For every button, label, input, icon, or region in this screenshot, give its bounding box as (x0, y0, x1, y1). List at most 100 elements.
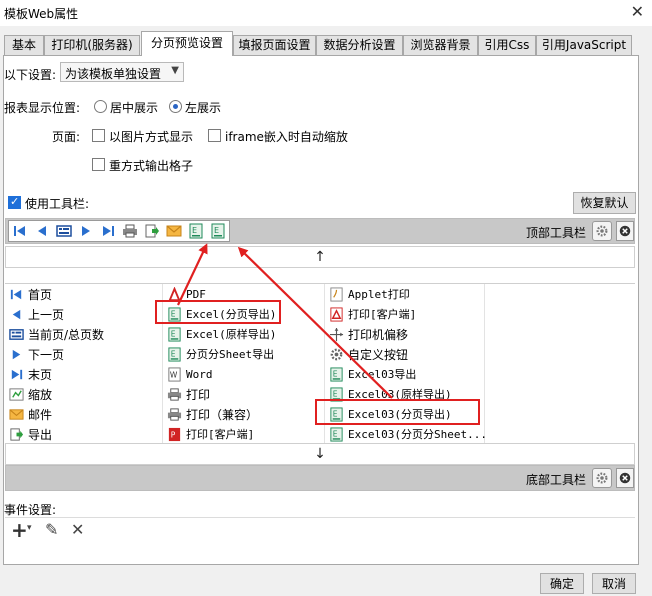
button-label: 导出 (28, 427, 53, 442)
button-last-page[interactable]: 末页 (7, 364, 52, 384)
button-word[interactable]: W Word (165, 364, 213, 384)
radio-center[interactable] (94, 100, 107, 113)
close-icon[interactable] (616, 221, 634, 241)
tab-data-analysis[interactable]: 数据分析设置 (316, 35, 403, 55)
button-next-page[interactable]: 下一页 (7, 344, 64, 364)
svg-text:E: E (214, 226, 219, 235)
edit-icon[interactable]: ✎ (45, 520, 58, 539)
radio-left[interactable] (169, 100, 182, 113)
button-excel-page-export[interactable]: E Excel(分页导出) (165, 304, 276, 324)
close-icon[interactable]: ✕ (631, 2, 644, 21)
svg-text:E: E (170, 349, 175, 358)
excel-icon: E (327, 406, 345, 422)
svg-text:E: E (332, 409, 337, 418)
button-label: 打印[客户端] (186, 428, 255, 441)
events-label: 事件设置: (4, 503, 57, 517)
cancel-button[interactable]: 取消 (592, 573, 636, 594)
svg-text:E: E (332, 389, 337, 398)
export-icon[interactable] (141, 221, 163, 241)
button-print[interactable]: 打印 (165, 384, 210, 404)
add-icon[interactable]: + (11, 518, 28, 542)
tab-page-preview[interactable]: 分页预览设置 (141, 31, 233, 56)
button-label: 自定义按钮 (348, 347, 409, 362)
button-pdf[interactable]: PDF (165, 284, 206, 304)
button-label: 分页分Sheet导出 (186, 348, 275, 361)
button-label: Excel03(原样导出) (348, 388, 452, 401)
checkbox-image-mode[interactable] (92, 129, 105, 142)
move-up-button[interactable]: ↑ (5, 246, 635, 268)
scope-select[interactable]: 为该模板单独设置 ▼ (60, 62, 184, 82)
chevron-down-icon[interactable]: ▾ (27, 523, 32, 533)
next-page-icon (7, 346, 25, 362)
button-label: 当前页/总页数 (28, 327, 105, 342)
last-page-icon (7, 366, 25, 382)
tab-fill-page[interactable]: 填报页面设置 (233, 35, 316, 55)
button-prev-page[interactable]: 上一页 (7, 304, 64, 324)
button-applet-print[interactable]: Applet打印 (327, 284, 410, 304)
tab-ref-css[interactable]: 引用Css (478, 35, 536, 55)
pdf-icon (327, 306, 345, 322)
print-icon[interactable] (119, 221, 141, 241)
button-excel03-page-sheet-export[interactable]: E Excel03(分页分Sheet... (327, 424, 487, 444)
mail-icon[interactable] (163, 221, 185, 241)
tab-ref-js[interactable]: 引用JavaScript (536, 35, 632, 55)
pdf-icon: P (165, 426, 183, 442)
button-page-sheet-export[interactable]: E 分页分Sheet导出 (165, 344, 274, 364)
excel-icon: E (165, 326, 183, 342)
excel03-page-export-icon[interactable]: E (207, 221, 229, 241)
last-page-icon[interactable] (97, 221, 119, 241)
use-toolbar-label: 使用工具栏: (25, 197, 90, 211)
move-down-button[interactable]: ↓ (5, 443, 635, 465)
restore-default-button[interactable]: 恢复默认 (573, 192, 636, 214)
page-label: 页面: (52, 130, 81, 144)
bottom-toolbar: 底部工具栏 (5, 465, 635, 491)
applet-icon (327, 286, 345, 302)
button-export[interactable]: 导出 (7, 424, 52, 444)
current-total-icon[interactable] (53, 221, 75, 241)
checkbox-iframe-scale[interactable] (208, 129, 221, 142)
ok-button[interactable]: 确定 (540, 573, 584, 594)
button-first-page[interactable]: 首页 (7, 284, 52, 304)
close-icon[interactable] (616, 468, 634, 488)
button-mail[interactable]: 邮件 (7, 404, 52, 424)
excel-icon: E (327, 366, 345, 382)
prev-page-icon[interactable] (31, 221, 53, 241)
tab-basic[interactable]: 基本 (4, 35, 44, 55)
svg-text:W: W (169, 370, 177, 379)
checkbox-grid-output[interactable] (92, 158, 105, 171)
gear-icon (327, 346, 345, 362)
position-label: 报表显示位置: (4, 101, 81, 115)
available-buttons-grid: 首页 上一页 当前页/总页数 下一页 末页 缩放 邮件 导出 PDF E Exce… (5, 283, 635, 444)
checkbox-grid-output-label: 重方式输出格子 (109, 159, 194, 173)
checkbox-use-toolbar[interactable] (8, 195, 21, 209)
next-page-icon[interactable] (75, 221, 97, 241)
excel-page-export-icon[interactable]: E (185, 221, 207, 241)
button-custom[interactable]: 自定义按钮 (327, 344, 408, 364)
button-excel-original-export[interactable]: E Excel(原样导出) (165, 324, 276, 344)
current-total-icon (7, 326, 25, 342)
excel-icon: E (327, 426, 345, 442)
tab-printer-server[interactable]: 打印机(服务器) (44, 35, 140, 55)
button-label: 打印[客户端] (348, 308, 417, 321)
button-print-compat[interactable]: 打印（兼容） (165, 404, 258, 424)
bottom-toolbar-label: 底部工具栏 (526, 473, 587, 487)
button-excel03-export[interactable]: E Excel03导出 (327, 364, 416, 384)
button-print-client[interactable]: P 打印[客户端] (165, 424, 254, 444)
delete-icon[interactable]: ✕ (71, 520, 84, 539)
button-excel03-original-export[interactable]: E Excel03(原样导出) (327, 384, 452, 404)
svg-text:E: E (170, 309, 175, 318)
prev-page-icon (7, 306, 25, 322)
button-printer-offset[interactable]: 打印机偏移 (327, 324, 408, 344)
button-current-total[interactable]: 当前页/总页数 (7, 324, 104, 344)
button-print-client-2[interactable]: 打印[客户端] (327, 304, 416, 324)
svg-text:E: E (170, 329, 175, 338)
button-excel03-page-export[interactable]: E Excel03(分页导出) (327, 404, 452, 424)
svg-text:E: E (332, 429, 337, 438)
first-page-icon[interactable] (9, 221, 31, 241)
button-label: 下一页 (28, 347, 65, 362)
gear-icon[interactable] (592, 221, 612, 241)
radio-left-label: 左展示 (185, 101, 222, 115)
gear-icon[interactable] (592, 468, 612, 488)
button-zoom[interactable]: 缩放 (7, 384, 52, 404)
tab-browser-bg[interactable]: 浏览器背景 (403, 35, 478, 55)
